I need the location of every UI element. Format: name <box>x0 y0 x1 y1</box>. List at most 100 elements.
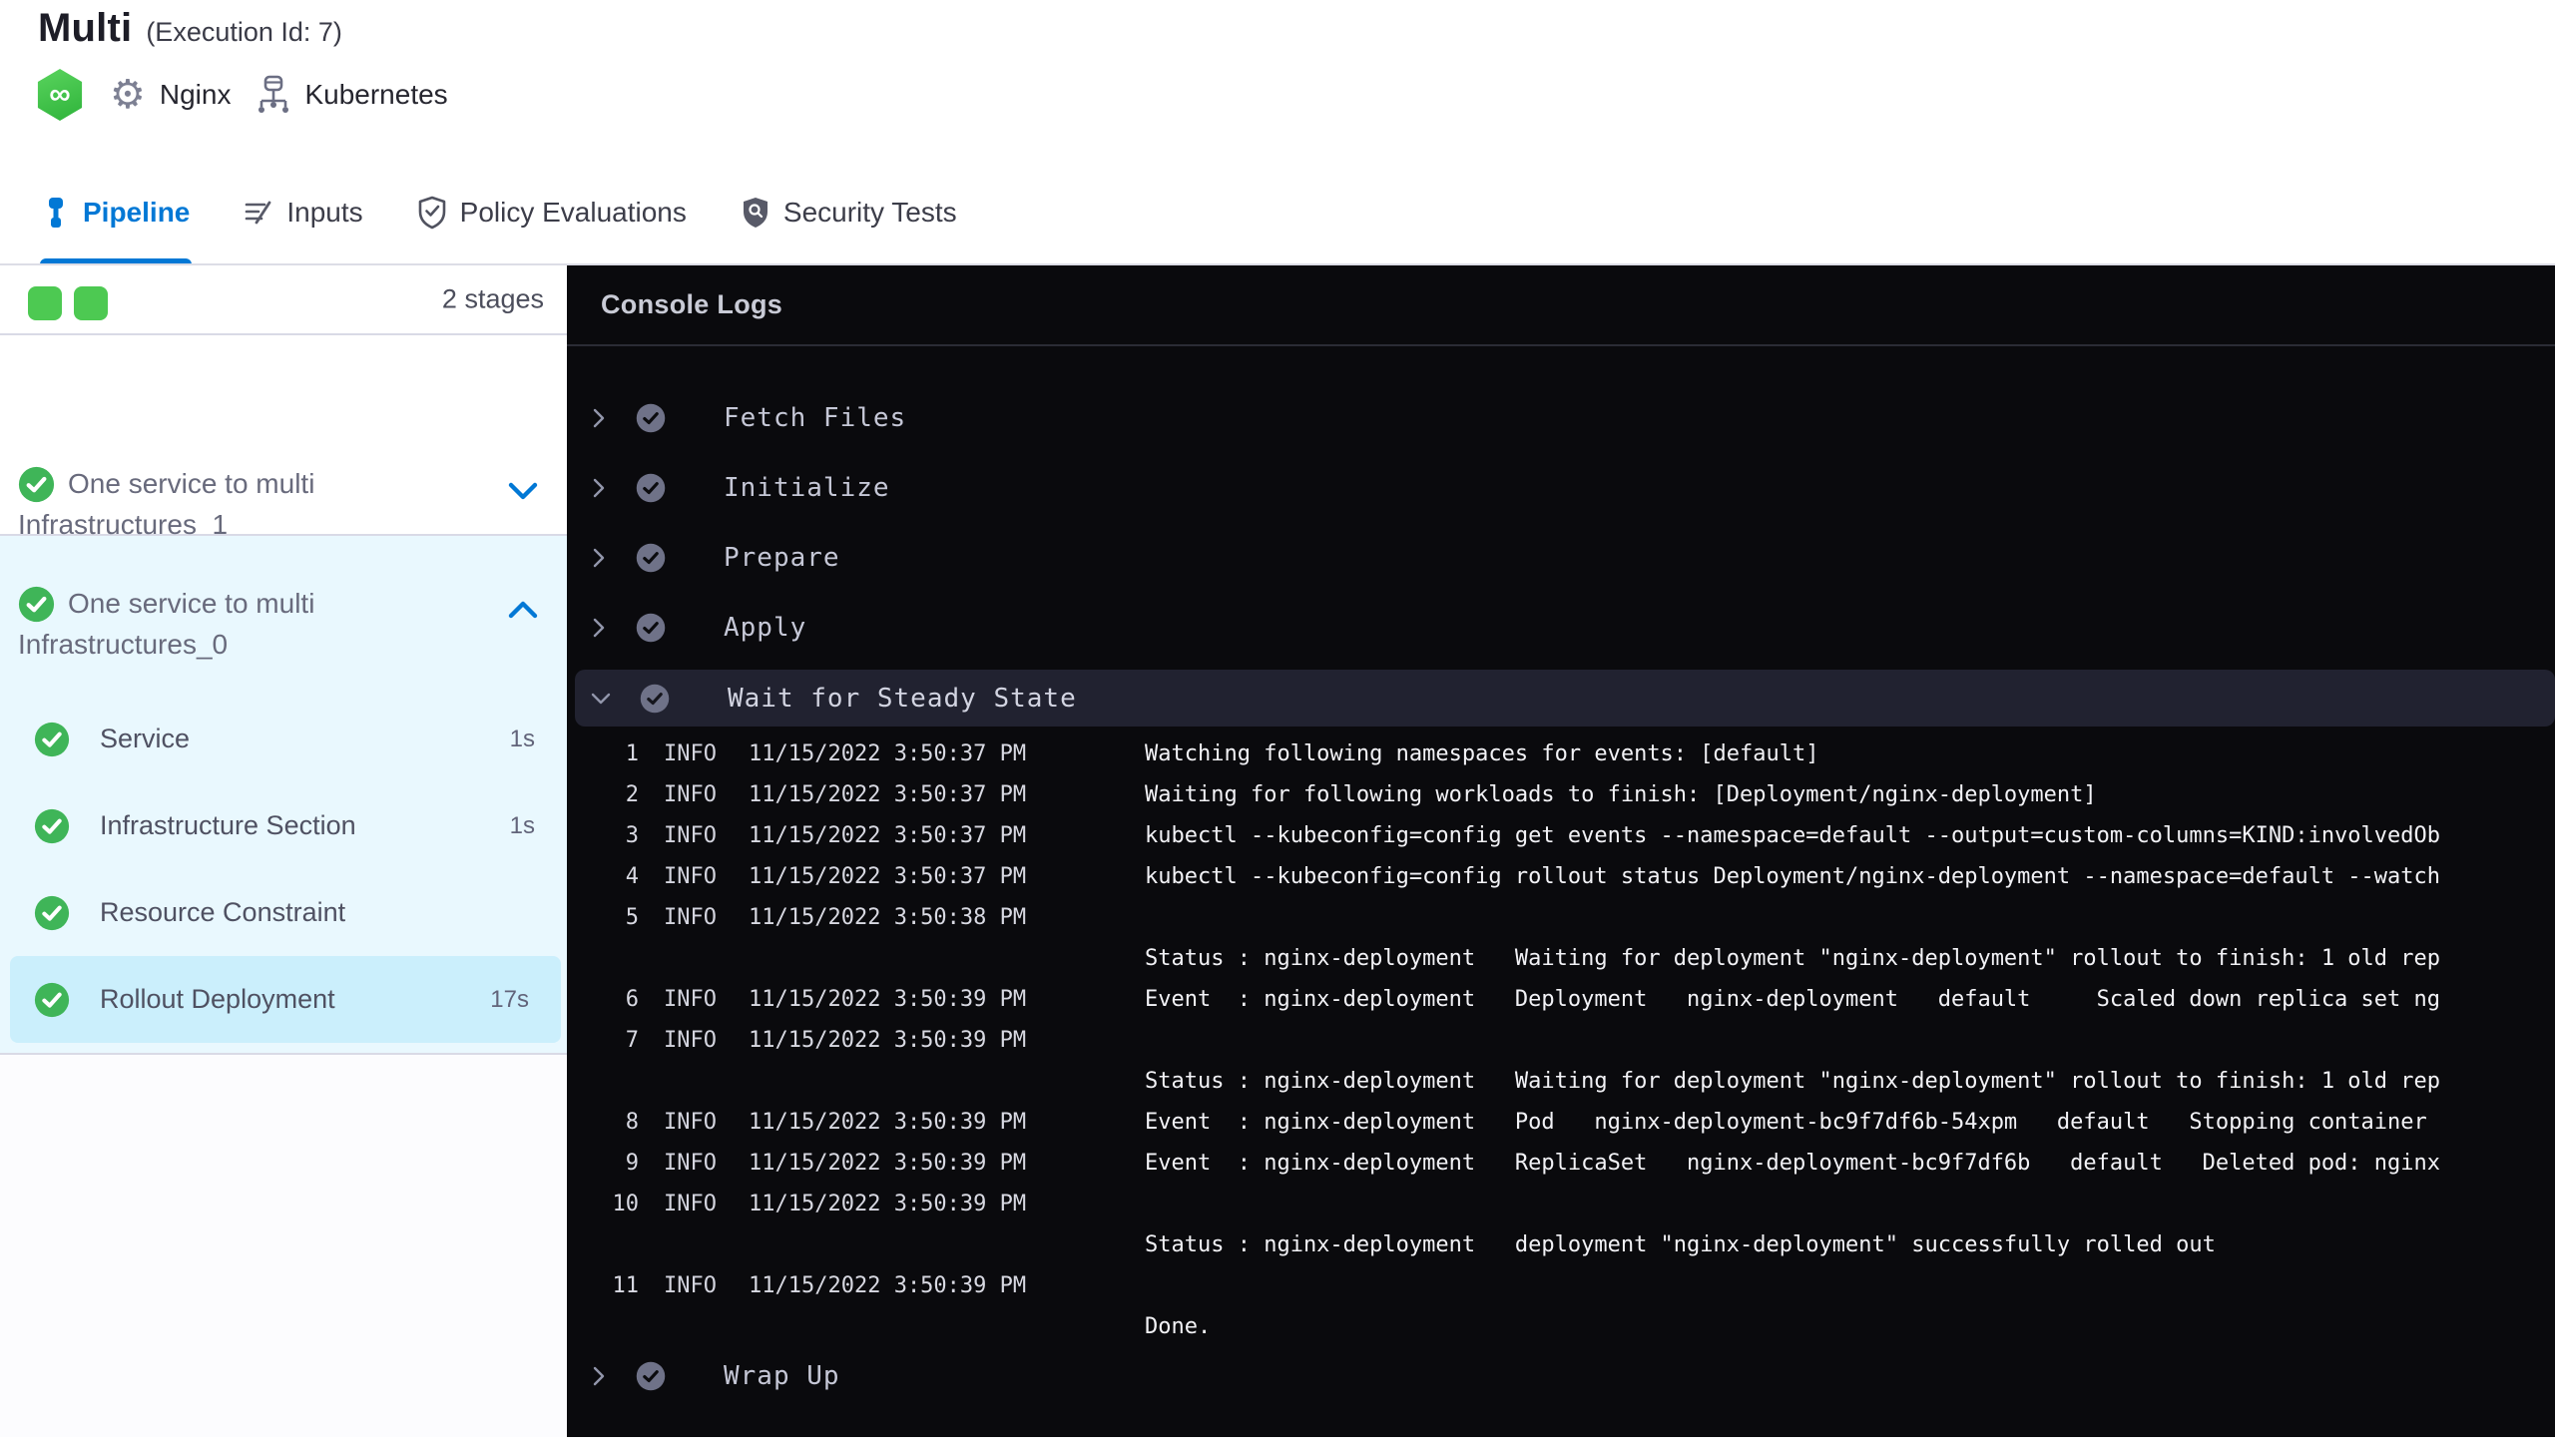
log-line-number: 6 <box>625 987 639 1012</box>
chevron-right-icon[interactable] <box>589 546 609 570</box>
gear-icon: ⚙ <box>110 73 146 117</box>
chevron-right-icon[interactable] <box>589 476 609 500</box>
step-success-icon <box>636 473 666 503</box>
console-step-label: Prepare <box>724 543 840 573</box>
log-timestamp: 11/15/2022 3:50:39 PM <box>749 1110 1027 1135</box>
service-entity[interactable]: ⚙ Nginx <box>110 75 231 115</box>
log-message: Done. <box>1145 1314 1212 1339</box>
log-line: 6 INFO 11/15/2022 3:50:39 PM Event : ngi… <box>567 979 2555 1020</box>
log-level: INFO <box>664 1028 717 1053</box>
log-level: INFO <box>664 1273 717 1298</box>
console-step[interactable]: Wrap Up <box>567 1341 2555 1411</box>
stages-summary: 2 stages <box>0 265 567 335</box>
console-step[interactable]: Fetch Files <box>567 383 2555 453</box>
chevron-down-icon[interactable] <box>589 689 613 709</box>
log-timestamp: 11/15/2022 3:50:39 PM <box>749 1192 1027 1216</box>
stage-title: One service to multi Infrastructures_1 <box>18 463 485 545</box>
sidebar-step-duration: 1s <box>509 725 535 752</box>
log-timestamp: 11/15/2022 3:50:37 PM <box>749 823 1027 848</box>
log-line: 3 INFO 11/15/2022 3:50:37 PM kubectl --k… <box>567 815 2555 856</box>
kubernetes-icon <box>258 75 289 113</box>
log-line-number: 7 <box>625 1028 639 1053</box>
sidebar-step-label: Infrastructure Section <box>100 810 356 840</box>
log-level: INFO <box>664 823 717 848</box>
success-check-icon <box>18 586 55 623</box>
log-line-number: 9 <box>625 1151 639 1176</box>
log-line: 7 INFO 11/15/2022 3:50:39 PM <box>567 1020 2555 1061</box>
infrastructure-entity[interactable]: Kubernetes <box>256 75 448 115</box>
log-level: INFO <box>664 905 717 930</box>
log-line-number: 1 <box>625 741 639 766</box>
step-success-icon <box>636 1361 666 1391</box>
chevron-up-icon[interactable] <box>505 598 541 622</box>
log-line-number: 11 <box>612 1273 640 1298</box>
log-line: 9 INFO 11/15/2022 3:50:39 PM Event : ngi… <box>567 1143 2555 1184</box>
sidebar-step[interactable]: Rollout Deployment 17s <box>10 956 561 1043</box>
log-message: Event : nginx-deployment Deployment ngin… <box>1145 987 2441 1012</box>
harness-cd-icon: ∞ <box>37 69 83 121</box>
chevron-down-icon[interactable] <box>505 479 541 503</box>
log-timestamp: 11/15/2022 3:50:37 PM <box>749 864 1027 889</box>
console-step-label: Apply <box>724 613 807 643</box>
tab-pipeline[interactable]: Pipeline <box>40 160 193 265</box>
console-log-lines: 1 INFO 11/15/2022 3:50:37 PM Watching fo… <box>567 733 2555 1347</box>
stage-status-square <box>74 286 108 320</box>
log-message: kubectl --kubeconfig=config get events -… <box>1145 823 2441 848</box>
log-timestamp: 11/15/2022 3:50:38 PM <box>749 905 1027 930</box>
success-check-icon <box>34 895 70 930</box>
sidebar-step[interactable]: Infrastructure Section 1s <box>0 782 567 869</box>
execution-id: (Execution Id: 7) <box>146 17 342 47</box>
console-step[interactable]: Initialize <box>567 453 2555 523</box>
policy-shield-icon <box>418 196 445 230</box>
console-step-label: Initialize <box>724 473 890 503</box>
log-message: Event : nginx-deployment ReplicaSet ngin… <box>1145 1151 2441 1176</box>
execution-tabbar: Pipeline Inputs Policy Evaluations Secur… <box>0 160 2555 265</box>
console-logs-title: Console Logs <box>601 289 783 319</box>
tab-label: Policy Evaluations <box>459 197 687 228</box>
sidebar-step-label: Resource Constraint <box>100 897 346 927</box>
stage-group-infrastructures-0[interactable]: One service to multi Infrastructures_0 S… <box>0 536 567 1055</box>
console-step[interactable]: Prepare <box>567 523 2555 593</box>
console-step[interactable]: Apply <box>567 593 2555 663</box>
log-line: 11 INFO 11/15/2022 3:50:39 PM <box>567 1265 2555 1306</box>
tab-inputs[interactable]: Inputs <box>242 160 364 265</box>
console-steps-before: Fetch Files Initialize Prepare Apply <box>567 383 2555 663</box>
tab-security-tests[interactable]: Security Tests <box>739 160 959 265</box>
log-line-number: 4 <box>625 864 639 889</box>
chevron-right-icon[interactable] <box>589 616 609 640</box>
console-logs-panel: Console Logs Fetch Files Initialize Prep… <box>567 265 2555 1437</box>
log-line: 8 INFO 11/15/2022 3:50:39 PM Event : ngi… <box>567 1102 2555 1143</box>
log-message: Status : nginx-deployment deployment "ng… <box>1145 1232 2216 1257</box>
log-timestamp: 11/15/2022 3:50:39 PM <box>749 1151 1027 1176</box>
console-step-label: Wait for Steady State <box>728 683 1077 714</box>
stages-count-label: 2 stages <box>441 283 544 314</box>
log-line: 1 INFO 11/15/2022 3:50:37 PM Watching fo… <box>567 733 2555 774</box>
log-line-number: 2 <box>625 782 639 807</box>
log-line: Status : nginx-deployment Waiting for de… <box>567 938 2555 979</box>
console-step-wait-for-steady-state[interactable]: Wait for Steady State <box>575 670 2555 727</box>
tab-policy-evaluations[interactable]: Policy Evaluations <box>415 160 689 265</box>
stage-steps-list: Service 1s Infrastructure Section 1s Res… <box>0 696 567 1043</box>
log-message: Waiting for following workloads to finis… <box>1145 782 2097 807</box>
chevron-right-icon[interactable] <box>589 1364 609 1388</box>
tab-label: Pipeline <box>83 197 191 228</box>
log-timestamp: 11/15/2022 3:50:39 PM <box>749 1028 1027 1053</box>
log-message: Watching following namespaces for events… <box>1145 741 1819 766</box>
log-line-number: 8 <box>625 1110 639 1135</box>
log-line-number: 10 <box>612 1192 640 1216</box>
sidebar-step[interactable]: Service 1s <box>0 696 567 782</box>
log-message: kubectl --kubeconfig=config rollout stat… <box>1145 864 2441 889</box>
stage-group-infrastructures-1[interactable]: One service to multi Infrastructures_1 <box>0 335 567 540</box>
sidebar-step-duration: 17s <box>490 985 529 1013</box>
console-divider <box>567 344 2555 346</box>
success-check-icon <box>18 466 55 503</box>
success-check-icon <box>34 982 70 1017</box>
console-step-label: Fetch Files <box>724 403 907 433</box>
log-line-number: 3 <box>625 823 639 848</box>
service-name: Nginx <box>159 79 232 110</box>
log-level: INFO <box>664 1192 717 1216</box>
infrastructure-name: Kubernetes <box>304 79 448 110</box>
log-line: Status : nginx-deployment deployment "ng… <box>567 1224 2555 1265</box>
chevron-right-icon[interactable] <box>589 406 609 430</box>
sidebar-step[interactable]: Resource Constraint <box>0 869 567 956</box>
